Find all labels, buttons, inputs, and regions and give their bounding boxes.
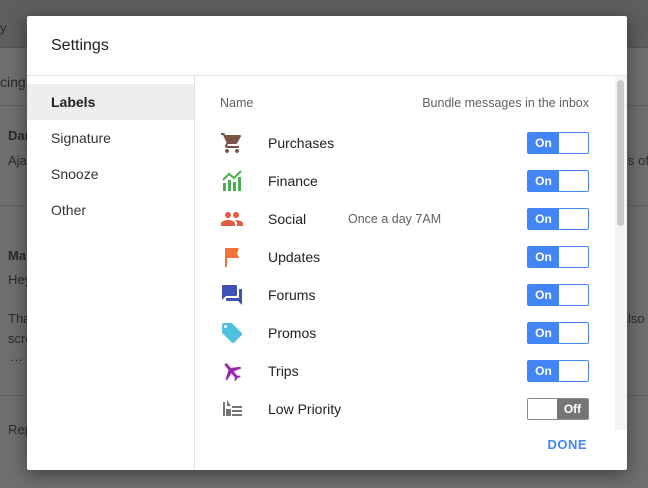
row-label: Low Priority bbox=[268, 401, 342, 417]
bundle-toggle-purchases[interactable]: On bbox=[527, 132, 589, 154]
chat-bubbles-icon bbox=[220, 283, 244, 307]
label-row-forums: Forums On bbox=[196, 276, 627, 314]
row-label: Finance bbox=[268, 173, 318, 189]
tag-icon bbox=[220, 321, 244, 345]
toggle-state: On bbox=[528, 285, 559, 305]
background-fragment: Ma bbox=[8, 248, 27, 263]
row-label: Forums bbox=[268, 287, 316, 303]
row-label: Trips bbox=[268, 363, 299, 379]
bundle-toggle-finance[interactable]: On bbox=[527, 170, 589, 192]
background-fragment: lso bbox=[628, 311, 645, 326]
label-row-finance: Finance On bbox=[196, 162, 627, 200]
label-row-trips: Trips On bbox=[196, 352, 627, 390]
sidebar-item-labels[interactable]: Labels bbox=[27, 84, 194, 120]
labels-panel: Name Bundle messages in the inbox Purcha… bbox=[196, 76, 627, 470]
row-label: Promos bbox=[268, 325, 317, 341]
label-row-purchases: Purchases On bbox=[196, 124, 627, 162]
toggle-state: On bbox=[528, 171, 559, 191]
bundle-toggle-updates[interactable]: On bbox=[527, 246, 589, 268]
flag-icon bbox=[220, 245, 244, 269]
background-fragment: … bbox=[10, 349, 23, 364]
dialog-header: Settings bbox=[27, 16, 627, 76]
finance-chart-icon bbox=[220, 169, 244, 193]
settings-dialog: Settings Labels Signature Snooze Other N… bbox=[27, 16, 627, 470]
row-label: Purchases bbox=[268, 135, 335, 151]
background-fragment: cing bbox=[0, 74, 26, 90]
row-label: Updates bbox=[268, 249, 321, 265]
toggle-state: On bbox=[528, 209, 559, 229]
sidebar-item-other[interactable]: Other bbox=[27, 192, 194, 228]
social-schedule[interactable]: Once a day 7AM bbox=[348, 212, 441, 226]
toggle-state: On bbox=[528, 133, 559, 153]
background-fragment: s of bbox=[628, 153, 648, 168]
toggle-state: On bbox=[528, 247, 559, 267]
toggle-state: On bbox=[528, 361, 559, 381]
sidebar-item-snooze[interactable]: Snooze bbox=[27, 156, 194, 192]
toggle-state: Off bbox=[557, 399, 588, 419]
column-header-bundle: Bundle messages in the inbox bbox=[422, 96, 589, 110]
bundle-toggle-low-priority[interactable]: Off bbox=[527, 398, 589, 420]
background-fragment: Aja bbox=[8, 153, 27, 168]
bundle-toggle-trips[interactable]: On bbox=[527, 360, 589, 382]
settings-sidebar: Labels Signature Snooze Other bbox=[27, 76, 195, 470]
label-row-updates: Updates On bbox=[196, 238, 627, 276]
low-priority-icon bbox=[220, 397, 244, 421]
bundle-toggle-forums[interactable]: On bbox=[527, 284, 589, 306]
sidebar-item-signature[interactable]: Signature bbox=[27, 120, 194, 156]
cart-icon bbox=[220, 131, 244, 155]
label-row-social: Social Once a day 7AM On bbox=[196, 200, 627, 238]
label-row-promos: Promos On bbox=[196, 314, 627, 352]
people-icon bbox=[220, 207, 244, 231]
dialog-title: Settings bbox=[51, 37, 109, 54]
airplane-icon bbox=[220, 359, 244, 383]
column-header-name: Name bbox=[220, 96, 254, 110]
done-button[interactable]: DONE bbox=[547, 437, 587, 452]
bundle-toggle-social[interactable]: On bbox=[527, 208, 589, 230]
row-label: Social bbox=[268, 211, 307, 227]
label-row-low-priority: Low Priority Off bbox=[196, 390, 627, 428]
toggle-state: On bbox=[528, 323, 559, 343]
bundle-toggle-promos[interactable]: On bbox=[527, 322, 589, 344]
dialog-body: Labels Signature Snooze Other Name Bundl… bbox=[27, 76, 627, 470]
background-fragment: y bbox=[0, 20, 7, 35]
